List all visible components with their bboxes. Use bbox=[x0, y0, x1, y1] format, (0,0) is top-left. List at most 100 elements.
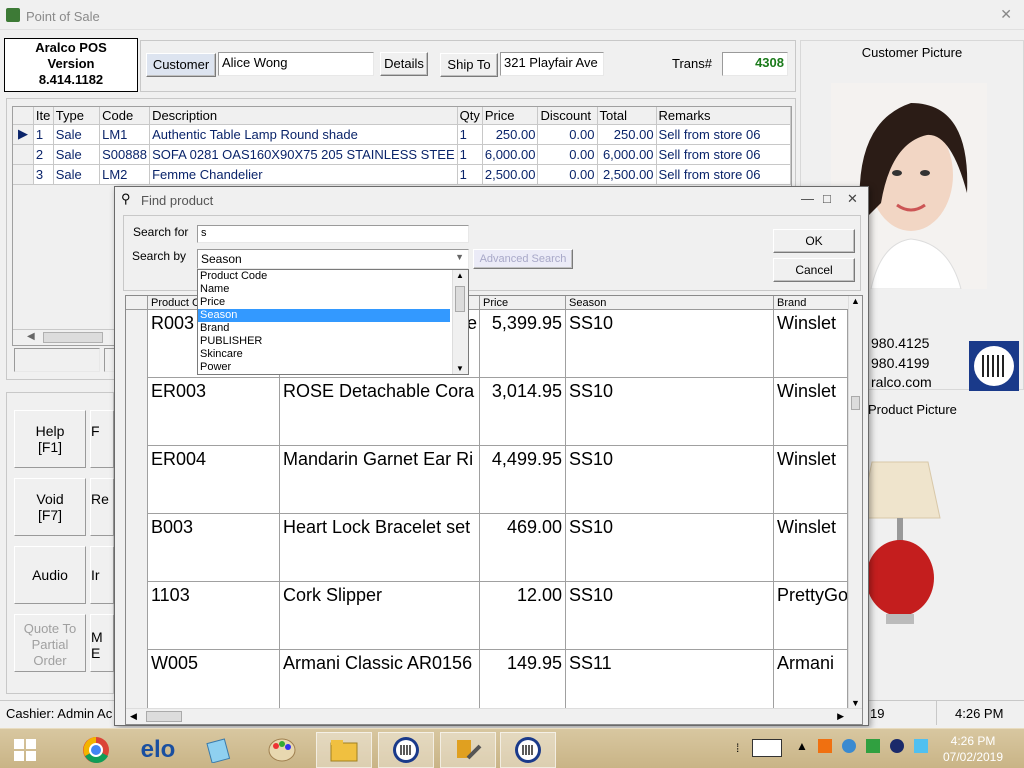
table-row[interactable]: ER004 Mandarin Garnet Ear Ri 4,499.95 SS10 W… bbox=[126, 446, 848, 514]
footer-field-1 bbox=[14, 348, 100, 372]
tray-update-icon[interactable] bbox=[866, 739, 880, 753]
table-row[interactable]: B003 Heart Lock Bracelet set 469.00 SS10 Win… bbox=[126, 514, 848, 582]
row-selector bbox=[126, 446, 148, 514]
ok-button[interactable]: OK bbox=[773, 229, 855, 253]
scroll-up-icon[interactable]: ▲ bbox=[456, 271, 464, 280]
main-title-bar: Point of Sale ✕ bbox=[0, 0, 1024, 30]
col-discount: Discount bbox=[537, 107, 598, 125]
tray-app-icon[interactable] bbox=[818, 739, 832, 753]
chrome-icon[interactable] bbox=[68, 732, 124, 768]
row-selector bbox=[126, 378, 148, 446]
cell-season: SS10 bbox=[566, 310, 774, 378]
maximize-icon[interactable]: □ bbox=[823, 191, 831, 206]
tray-status-icon[interactable] bbox=[890, 739, 904, 753]
cell-brand: Winslet bbox=[774, 446, 848, 514]
help-button[interactable]: Help [F1] bbox=[14, 410, 86, 468]
cell-qty: 1 bbox=[457, 144, 483, 165]
website: ralco.com bbox=[871, 374, 932, 390]
table-row[interactable]: 2 Sale S00888 SOFA 0281 OAS160X90X75 205… bbox=[13, 144, 792, 165]
tray-network-icon[interactable] bbox=[842, 739, 856, 753]
search-for-input[interactable]: s bbox=[197, 225, 469, 243]
windows-start-icon[interactable] bbox=[0, 732, 50, 768]
cell-price: 3,014.95 bbox=[480, 378, 566, 446]
clock-date[interactable]: 07/02/2019 bbox=[940, 750, 1006, 764]
quote-to-partial-order-button[interactable]: Quote To Partial Order bbox=[14, 614, 86, 672]
customer-button[interactable]: Customer bbox=[146, 53, 216, 77]
scroll-down-icon[interactable]: ▼ bbox=[851, 698, 860, 708]
scroll-up-icon[interactable]: ▲ bbox=[851, 296, 860, 306]
dropdown-scrollbar[interactable]: ▲ ▼ bbox=[452, 270, 468, 374]
version-number: 8.414.1182 bbox=[38, 72, 104, 87]
aralco-pos-icon[interactable] bbox=[500, 732, 556, 768]
cell-remarks: Sell from store 06 bbox=[656, 164, 792, 185]
app-name: Aralco POS bbox=[35, 40, 107, 55]
partial-button-re[interactable]: Re bbox=[90, 478, 114, 536]
phone-2: 980.4199 bbox=[871, 355, 930, 371]
cell-product-code: ER004 bbox=[148, 446, 280, 514]
cancel-button[interactable]: Cancel bbox=[773, 258, 855, 282]
aralco-barcode-icon[interactable] bbox=[378, 732, 434, 768]
ship-to-button[interactable]: Ship To bbox=[440, 53, 498, 77]
scroll-left-icon[interactable]: ◀ bbox=[130, 711, 137, 722]
status-time: 4:26 PM bbox=[936, 701, 1024, 725]
cell-price: 4,499.95 bbox=[480, 446, 566, 514]
search-by-dropdown-list[interactable]: Product Code Name Price Season Brand PUB… bbox=[197, 269, 469, 375]
cell-price: 469.00 bbox=[480, 514, 566, 582]
elo-icon[interactable]: elo bbox=[130, 732, 186, 768]
option-price[interactable]: Price bbox=[198, 296, 450, 309]
details-button[interactable]: Details bbox=[380, 52, 428, 76]
option-brand[interactable]: Brand bbox=[198, 322, 450, 335]
table-row[interactable]: ER003 ROSE Detachable Cora 3,014.95 SS10 Win… bbox=[126, 378, 848, 446]
cell-season: SS10 bbox=[566, 446, 774, 514]
status-date: 19 bbox=[870, 706, 885, 721]
audio-button[interactable]: Audio bbox=[14, 546, 86, 604]
option-name[interactable]: Name bbox=[198, 283, 450, 296]
void-button[interactable]: Void [F7] bbox=[14, 478, 86, 536]
option-publisher[interactable]: PUBLISHER bbox=[198, 335, 450, 348]
clock-time[interactable]: 4:26 PM bbox=[946, 734, 1000, 748]
results-vertical-scrollbar[interactable]: ▲ ▼ bbox=[848, 296, 862, 708]
option-product-code[interactable]: Product Code bbox=[198, 270, 450, 283]
cell-item: 3 bbox=[33, 164, 54, 185]
table-row[interactable]: 1103 Cork Slipper 12.00 SS10 PrettyGo bbox=[126, 582, 848, 650]
results-horizontal-scrollbar[interactable]: ◀ ▶ bbox=[126, 708, 862, 724]
file-explorer-icon[interactable] bbox=[316, 732, 372, 768]
keyboard-icon[interactable] bbox=[752, 739, 782, 757]
table-row[interactable]: 3 Sale LM2 Femme Chandelier 1 2,500.00 0… bbox=[13, 164, 792, 185]
tray-chevron-up-icon[interactable]: ▲ bbox=[796, 739, 808, 753]
row-indicator bbox=[13, 144, 34, 165]
settings-tool-icon[interactable] bbox=[440, 732, 496, 768]
dialog-close-icon[interactable]: ✕ bbox=[847, 191, 858, 207]
cell-name: Cork Slipper bbox=[280, 582, 480, 650]
paint-icon[interactable] bbox=[254, 732, 310, 768]
advanced-search-button[interactable]: Advanced Search bbox=[473, 249, 573, 269]
scroll-down-icon[interactable]: ▼ bbox=[456, 364, 464, 373]
scroll-right-icon[interactable]: ▶ bbox=[837, 711, 844, 722]
partial-button-me[interactable]: ME bbox=[90, 614, 114, 672]
binoculars-icon: ⚲ bbox=[121, 191, 131, 206]
col-total: Total bbox=[597, 107, 657, 125]
dialog-title-bar: ⚲ Find product — □ ✕ bbox=[115, 187, 868, 211]
option-skincare[interactable]: Skincare bbox=[198, 348, 450, 361]
minimize-icon[interactable]: — bbox=[801, 191, 814, 206]
search-by-select[interactable]: Season ▼ bbox=[197, 249, 469, 269]
cell-product-code: 1103 bbox=[148, 582, 280, 650]
cell-product-code: B003 bbox=[148, 514, 280, 582]
partial-button-f[interactable]: F bbox=[90, 410, 114, 468]
option-power[interactable]: Power bbox=[198, 361, 450, 374]
chevron-down-icon[interactable]: ▼ bbox=[455, 252, 464, 262]
partial-button-ir[interactable]: Ir bbox=[90, 546, 114, 604]
notepad-icon[interactable] bbox=[190, 732, 246, 768]
customer-picture-label: Customer Picture bbox=[861, 45, 963, 60]
close-icon[interactable]: ✕ bbox=[1000, 6, 1012, 23]
col-season: Season bbox=[566, 296, 774, 310]
cell-total: 6,000.00 bbox=[597, 144, 657, 165]
cashier-label: Cashier: Admin Ac bbox=[6, 706, 113, 721]
cell-item: 2 bbox=[33, 144, 54, 165]
ship-to-address-field[interactable]: 321 Playfair Ave bbox=[500, 52, 604, 76]
tray-volume-icon[interactable] bbox=[914, 739, 928, 753]
customer-name-field[interactable]: Alice Wong bbox=[218, 52, 374, 76]
table-row[interactable]: ▶ 1 Sale LM1 Authentic Table Lamp Round … bbox=[13, 124, 792, 145]
cell-description: Authentic Table Lamp Round shade bbox=[149, 124, 458, 145]
option-season[interactable]: Season bbox=[198, 309, 450, 322]
